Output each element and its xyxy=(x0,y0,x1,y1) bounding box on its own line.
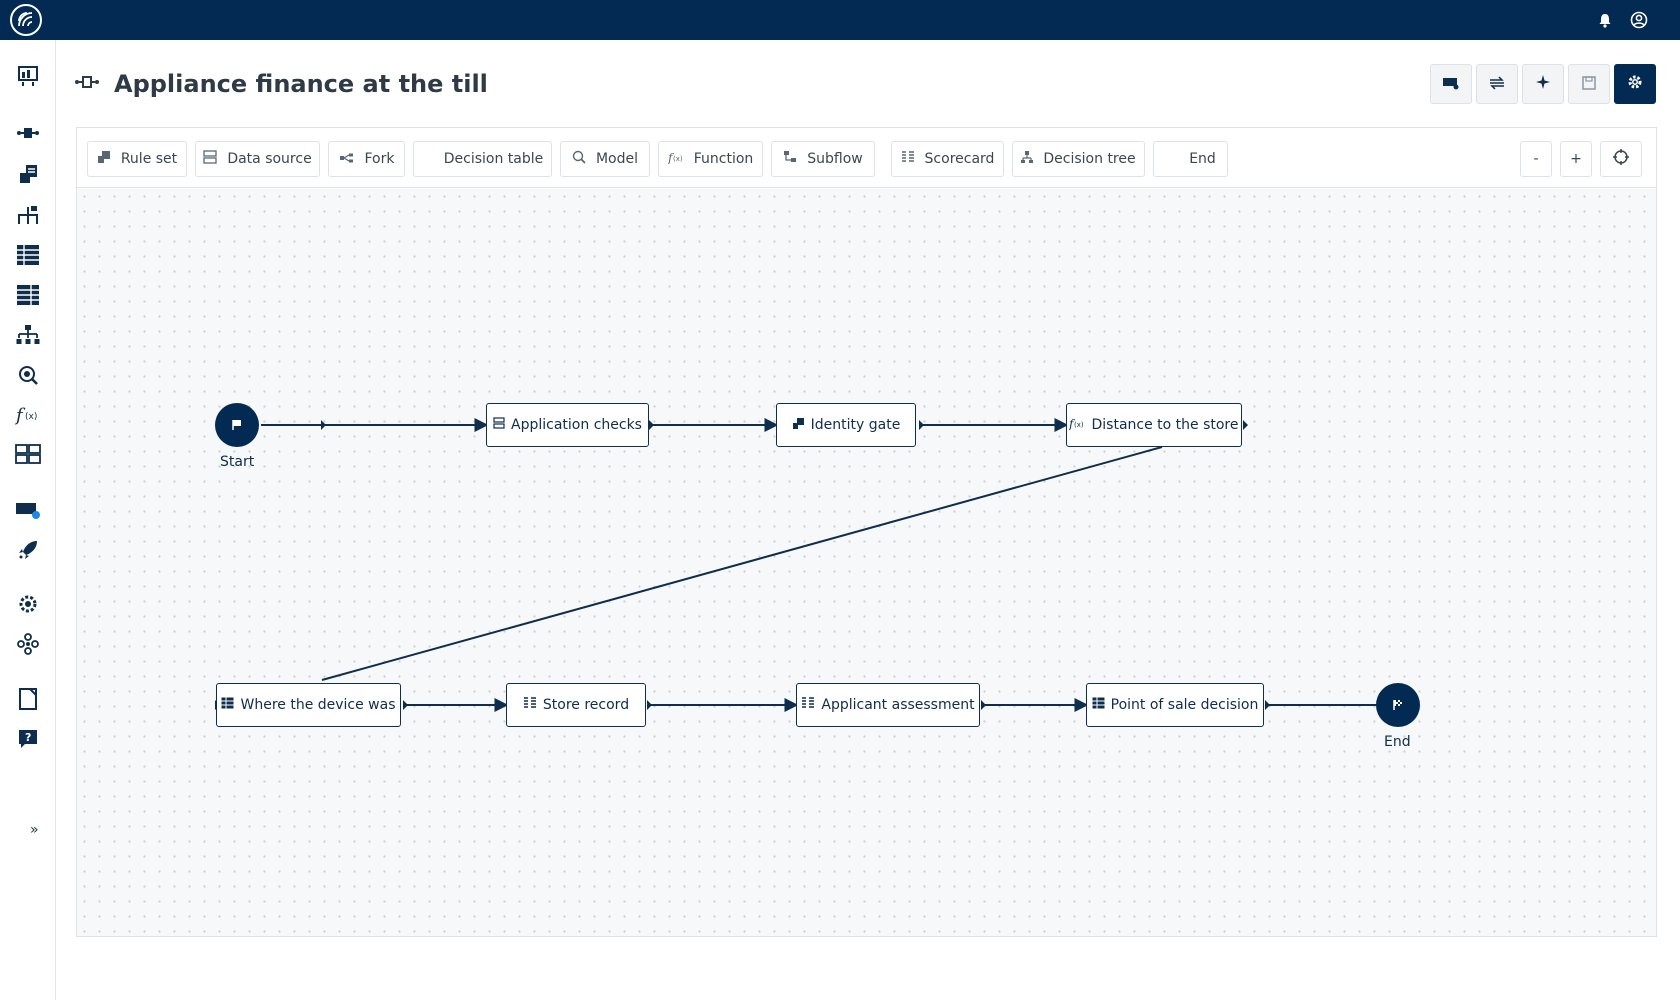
tree-icon xyxy=(1021,150,1034,168)
palette-function-button[interactable]: f (x) Function xyxy=(658,141,763,177)
tree-icon[interactable] xyxy=(14,321,42,349)
flag-icon xyxy=(231,416,243,435)
compare-arrows-icon xyxy=(1488,75,1506,94)
fit-view-button[interactable] xyxy=(1600,141,1642,177)
page-header: Appliance finance at the till xyxy=(74,66,488,102)
compare-button[interactable] xyxy=(1476,64,1518,104)
svg-text:(x): (x) xyxy=(673,155,683,163)
svg-text:?: ? xyxy=(25,731,31,744)
data-source-icon xyxy=(203,150,217,168)
rocket-icon[interactable] xyxy=(14,536,42,564)
help-icon[interactable]: ? xyxy=(14,725,42,753)
flow-node-point-of-sale-decision[interactable]: Point of sale decision xyxy=(1086,683,1264,727)
sidebar: f (x) ? » xyxy=(0,40,56,1000)
flow-canvas[interactable]: Start Application checks Identity gate f… xyxy=(77,189,1656,936)
flow-node-distance-to-the-store[interactable]: f (x) Distance to the store xyxy=(1066,403,1242,447)
settings-cluster-icon[interactable] xyxy=(14,630,42,658)
flow-editor: Rule set Data source Fork Decision table… xyxy=(76,127,1657,937)
edge-distance-to-where-device-was xyxy=(321,446,1163,681)
decision-table-icon xyxy=(221,697,234,713)
flow-icon xyxy=(74,73,100,95)
function-icon: f (x) xyxy=(1068,416,1085,434)
data-table-icon[interactable] xyxy=(14,281,42,309)
fork-icon xyxy=(339,151,355,167)
document-icon[interactable] xyxy=(14,685,42,713)
flow-node-applicant-assessment[interactable]: Applicant assessment xyxy=(796,683,980,727)
page-title: Appliance finance at the till xyxy=(114,70,488,98)
node-palette: Rule set Data source Fork Decision table… xyxy=(77,128,1656,188)
crosshair-icon xyxy=(1613,149,1629,169)
flow-node-identity-gate[interactable]: Identity gate xyxy=(776,403,916,447)
model-icon[interactable] xyxy=(14,361,42,389)
decision-table-icon xyxy=(1092,697,1105,713)
sidebar-expand-toggle[interactable]: » xyxy=(30,822,39,838)
palette-end-button[interactable]: End xyxy=(1153,141,1228,177)
palette-scorecard-button[interactable]: Scorecard xyxy=(891,141,1004,177)
start-node-label: Start xyxy=(220,454,255,470)
flow-connections xyxy=(215,418,1379,712)
scorecard-icon[interactable] xyxy=(14,440,42,468)
monitor-gear-icon[interactable] xyxy=(14,590,42,618)
palette-rule-set-button[interactable]: Rule set xyxy=(87,141,187,177)
svg-text:(x): (x) xyxy=(25,412,37,422)
deploy-button[interactable] xyxy=(1430,64,1472,104)
end-node[interactable] xyxy=(1376,683,1420,727)
zoom-in-button[interactable]: + xyxy=(1560,141,1592,177)
ruleset-icon xyxy=(792,417,805,434)
palette-decision-table-button[interactable]: Decision table xyxy=(413,141,552,177)
user-circle-icon[interactable] xyxy=(1629,10,1649,30)
end-node-label: End xyxy=(1384,734,1411,750)
flow-node-application-checks[interactable]: Application checks xyxy=(486,403,649,447)
deploy-cart-icon[interactable] xyxy=(14,496,42,524)
dashboard-icon[interactable] xyxy=(14,62,42,90)
svg-text:(x): (x) xyxy=(1074,421,1084,429)
ruleset-icon xyxy=(97,150,111,168)
fork-icon[interactable] xyxy=(14,201,42,229)
brand-logo-icon[interactable] xyxy=(10,4,42,36)
ruleset-icon[interactable] xyxy=(14,160,42,188)
palette-data-source-button[interactable]: Data source xyxy=(195,141,320,177)
save-button[interactable] xyxy=(1568,64,1610,104)
checkered-flag-icon xyxy=(1392,696,1404,715)
subflow-icon xyxy=(783,150,797,168)
palette-model-button[interactable]: Model xyxy=(560,141,650,177)
zoom-out-button[interactable]: - xyxy=(1520,141,1552,177)
model-icon xyxy=(572,150,586,168)
bell-icon[interactable] xyxy=(1595,10,1615,30)
function-icon[interactable]: f (x) xyxy=(14,401,42,429)
flow-node-store-record[interactable]: Store record xyxy=(506,683,646,727)
scorecard-icon xyxy=(901,151,915,167)
settings-button[interactable] xyxy=(1614,64,1656,104)
ai-assist-button[interactable] xyxy=(1522,64,1564,104)
palette-subflow-button[interactable]: Subflow xyxy=(771,141,875,177)
decision-table-icon[interactable] xyxy=(14,241,42,269)
header-actions xyxy=(1430,64,1656,104)
gear-icon xyxy=(1626,73,1644,95)
sparkle-icon xyxy=(1535,74,1551,94)
scorecard-icon xyxy=(523,697,537,713)
palette-fork-button[interactable]: Fork xyxy=(328,141,405,177)
deploy-cart-icon xyxy=(1442,75,1460,94)
data-source-icon xyxy=(493,417,505,433)
save-icon xyxy=(1582,75,1596,94)
top-bar xyxy=(0,0,1680,40)
start-node[interactable] xyxy=(215,403,259,447)
flow-node-where-the-device-was[interactable]: Where the device was xyxy=(216,683,401,727)
flow-icon[interactable] xyxy=(14,119,42,147)
palette-decision-tree-button[interactable]: Decision tree xyxy=(1012,141,1145,177)
scorecard-icon xyxy=(801,697,815,713)
function-icon: f (x) xyxy=(667,150,684,168)
